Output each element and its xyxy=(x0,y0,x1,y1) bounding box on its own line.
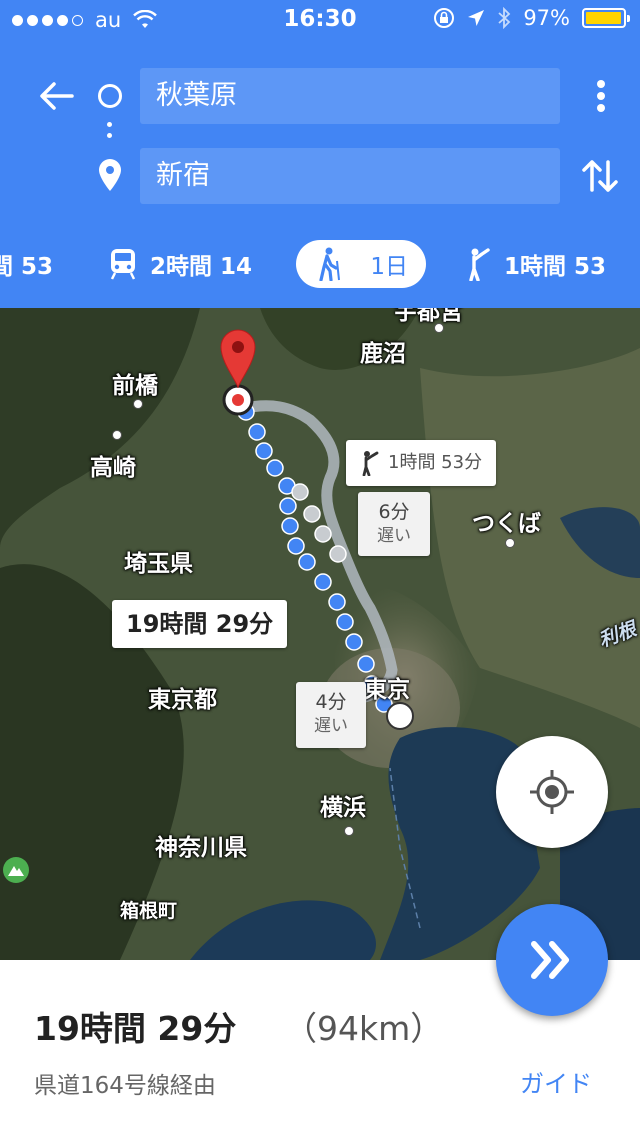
route-via: 県道164号線経由 xyxy=(34,1073,216,1099)
ride-hail-icon xyxy=(469,248,490,281)
place-kanuma: 鹿沼 xyxy=(360,341,406,367)
train-icon xyxy=(110,249,136,280)
bluetooth-icon xyxy=(498,7,511,29)
tab-walk-label: 1日 xyxy=(370,254,408,280)
alt-route-duration: 1時間 53分 xyxy=(388,452,483,473)
city-dot xyxy=(112,430,122,440)
tab-walk[interactable]: 1日 xyxy=(296,240,426,288)
destination-pin-icon xyxy=(99,159,121,191)
swap-directions-icon[interactable] xyxy=(578,154,622,198)
city-dot xyxy=(133,399,143,409)
city-dot xyxy=(505,538,515,548)
slower-time: 6分 xyxy=(378,501,410,523)
route-connector-dots xyxy=(107,122,113,144)
crosshair-icon xyxy=(530,770,574,814)
place-maebashi: 前橋 xyxy=(112,373,158,399)
battery-percent: 97% xyxy=(523,6,570,30)
alt-route-slower-callout[interactable]: 6分 遅い xyxy=(358,492,430,556)
route-distance: （94km） xyxy=(284,1009,444,1048)
slower-label: 遅い xyxy=(377,526,411,546)
rotation-lock-icon xyxy=(434,8,455,28)
hiking-icon xyxy=(319,247,340,281)
mountain-park-icon xyxy=(3,857,29,883)
origin-field[interactable]: 秋葉原 xyxy=(140,68,560,124)
more-options-icon[interactable] xyxy=(586,74,616,118)
status-bar: au 16:30 97% xyxy=(0,0,640,40)
place-utsunomiya: 宇都宮 xyxy=(394,308,463,325)
tab-transit[interactable]: 2時間 14 xyxy=(108,240,252,288)
route-duration: 19時間 29分 xyxy=(34,1009,237,1048)
status-right: 97% xyxy=(433,6,630,30)
battery-icon xyxy=(582,8,630,28)
guide-link[interactable]: ガイド xyxy=(520,1064,592,1099)
tab-ride[interactable]: 1時間 53 xyxy=(462,240,606,288)
city-dot xyxy=(344,826,354,836)
tab-car-label: 間 53 xyxy=(0,254,54,280)
place-tokyo: 東京 xyxy=(364,677,410,703)
directions-header: au 16:30 97% 秋葉原 新宿 間 53 2時間 14 1日 1時間 5… xyxy=(0,0,640,308)
place-tsukuba: つくば xyxy=(472,511,541,537)
place-takasaki: 高崎 xyxy=(90,455,136,481)
tab-ride-label: 1時間 53 xyxy=(504,254,607,280)
ride-hail-icon xyxy=(362,451,379,476)
location-arrow-icon xyxy=(468,10,485,26)
place-kanagawa-ken: 神奈川県 xyxy=(155,835,247,861)
alt-route-slower-callout[interactable]: 4分 遅い xyxy=(296,682,366,748)
place-saitama-ken: 埼玉県 xyxy=(124,551,193,577)
travel-mode-tabs: 間 53 2時間 14 1日 1時間 53 xyxy=(0,232,640,294)
my-location-button[interactable] xyxy=(496,736,608,848)
satellite-terrain xyxy=(0,308,640,960)
origin-circle-icon xyxy=(98,84,122,108)
tab-car[interactable]: 間 53 xyxy=(0,240,53,288)
place-tokyo-to: 東京都 xyxy=(148,687,217,713)
start-navigation-button[interactable] xyxy=(496,904,608,1016)
city-dot xyxy=(434,323,444,333)
slower-time: 4分 xyxy=(315,691,347,713)
destination-field[interactable]: 新宿 xyxy=(140,148,560,204)
back-arrow-icon[interactable] xyxy=(34,74,78,118)
slower-label: 遅い xyxy=(314,716,348,736)
place-yokohama: 横浜 xyxy=(320,795,366,821)
tab-transit-label: 2時間 14 xyxy=(150,254,253,280)
map-view[interactable]: 宇都宮 鹿沼 前橋 高崎 埼玉県 つくば 利根 東京都 東京 横浜 神奈川県 箱… xyxy=(0,308,640,960)
route-duration-callout[interactable]: 19時間 29分 xyxy=(112,600,288,648)
alt-route-callout[interactable]: 1時間 53分 xyxy=(346,440,497,486)
double-chevron-right-icon xyxy=(531,941,569,979)
place-hakone: 箱根町 xyxy=(120,900,178,922)
